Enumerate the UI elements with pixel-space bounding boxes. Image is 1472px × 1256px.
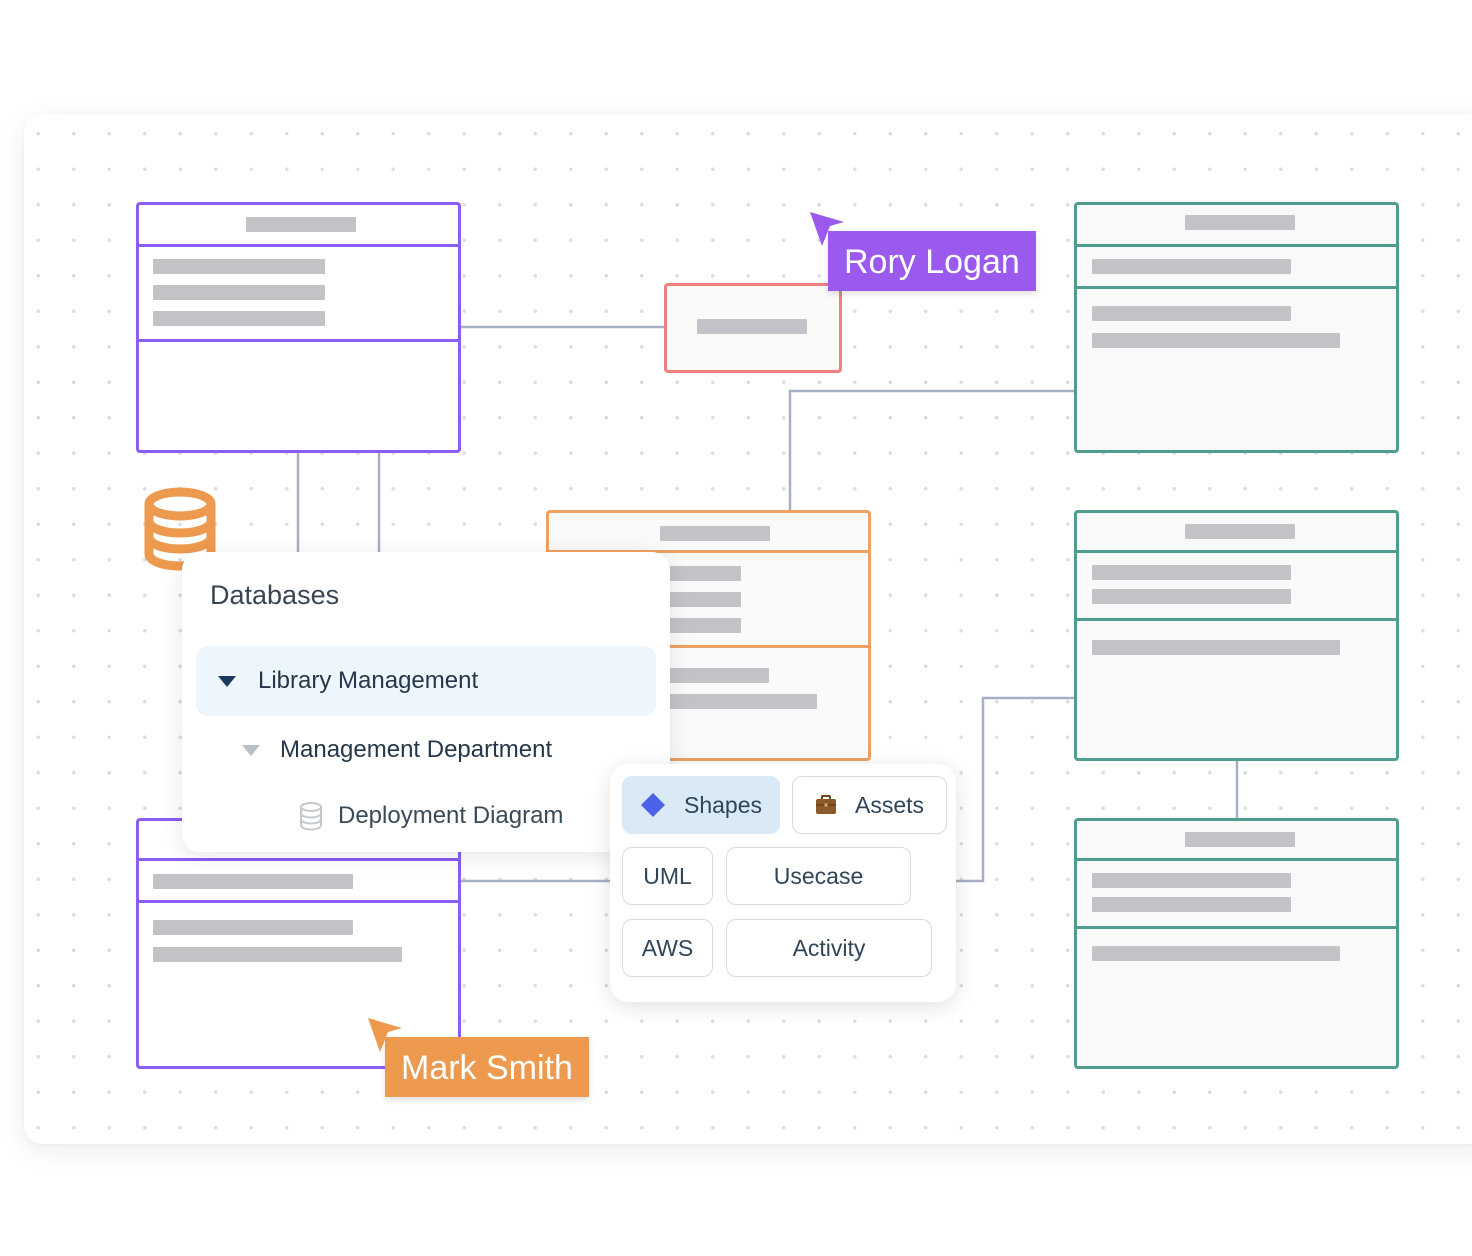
tab-label: Shapes: [683, 791, 762, 818]
tree-item-label: Management Department: [280, 736, 553, 763]
category-label: AWS: [641, 934, 694, 961]
entity-box-teal-bottom[interactable]: [1074, 818, 1399, 1069]
placeholder-text: [1185, 215, 1295, 230]
placeholder-text: [667, 566, 741, 581]
tree-item-management-department[interactable]: Management Department: [242, 730, 552, 770]
entity-methods: [1077, 929, 1396, 1066]
entity-attributes: [139, 247, 458, 342]
entity-attributes: [1077, 553, 1396, 621]
entity-box-red[interactable]: [664, 283, 842, 373]
placeholder-text: [153, 920, 353, 935]
placeholder-text: [1092, 946, 1340, 961]
entity-attributes: [1077, 247, 1396, 289]
tab-label: Assets: [854, 791, 925, 818]
placeholder-text: [153, 311, 325, 326]
tab-shapes[interactable]: Shapes: [622, 776, 780, 834]
entity-box-teal-top[interactable]: [1074, 202, 1399, 453]
diamond-icon: [640, 792, 666, 818]
collaborator-name-label: Mark Smith: [385, 1037, 589, 1097]
placeholder-text: [1185, 832, 1295, 847]
entity-header: [549, 513, 868, 553]
placeholder-text: [153, 285, 325, 300]
placeholder-text: [246, 217, 356, 232]
placeholder-text: [1092, 333, 1340, 348]
entity-header: [1077, 821, 1396, 861]
caret-down-icon[interactable]: [218, 675, 236, 687]
category-label: UML: [643, 862, 692, 889]
database-icon: [300, 802, 322, 831]
entity-header: [139, 205, 458, 247]
panel-title: Databases: [210, 580, 340, 610]
placeholder-text: [1092, 565, 1291, 580]
tree-item-label: Deployment Diagram: [338, 802, 564, 829]
entity-attributes: [1077, 861, 1396, 929]
placeholder-text: [1092, 589, 1291, 604]
placeholder-text: [1092, 640, 1340, 655]
category-usecase[interactable]: Usecase: [726, 847, 911, 905]
caret-down-icon[interactable]: [242, 744, 260, 756]
entity-box-purple-bottom[interactable]: [136, 818, 461, 1069]
placeholder-text: [667, 694, 817, 709]
placeholder-text: [153, 947, 402, 962]
briefcase-icon: [815, 795, 837, 815]
entity-methods: [139, 342, 458, 450]
placeholder-text: [697, 319, 807, 334]
category-aws[interactable]: AWS: [622, 919, 713, 977]
tab-assets[interactable]: Assets: [792, 776, 947, 834]
placeholder-text: [1092, 259, 1291, 274]
shapes-library-panel: Shapes Assets UML Usecase AWS Activity: [610, 764, 956, 1002]
entity-header: [1077, 513, 1396, 553]
placeholder-text: [1092, 306, 1291, 321]
category-label: Activity: [792, 934, 866, 961]
entity-box-purple-top[interactable]: [136, 202, 461, 453]
entity-box-teal-middle[interactable]: [1074, 510, 1399, 761]
placeholder-text: [153, 874, 353, 889]
entity-attributes: [139, 861, 458, 903]
placeholder-text: [667, 668, 769, 683]
entity-methods: [1077, 289, 1396, 450]
tree-item-library-management[interactable]: Library Management: [196, 646, 656, 716]
placeholder-text: [660, 526, 770, 541]
entity-header: [1077, 205, 1396, 247]
category-activity[interactable]: Activity: [726, 919, 932, 977]
tree-item-label: Library Management: [258, 667, 479, 694]
database-tree-panel: Databases Library Management Management …: [182, 552, 670, 852]
category-uml[interactable]: UML: [622, 847, 713, 905]
placeholder-text: [667, 618, 741, 633]
placeholder-text: [153, 259, 325, 274]
collaborator-name-label: Rory Logan: [828, 231, 1036, 291]
entity-methods: [1077, 621, 1396, 758]
category-label: Usecase: [773, 862, 864, 889]
placeholder-text: [667, 592, 741, 607]
tree-item-deployment-diagram[interactable]: Deployment Diagram: [298, 796, 563, 836]
placeholder-text: [1092, 897, 1291, 912]
placeholder-text: [1092, 873, 1291, 888]
placeholder-text: [1185, 524, 1295, 539]
